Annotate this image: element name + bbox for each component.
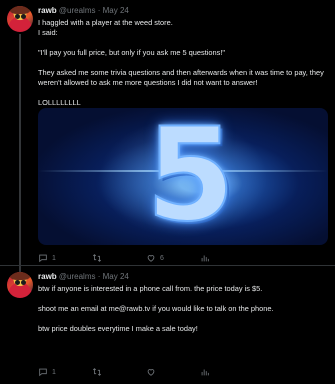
timestamp[interactable]: May 24 bbox=[103, 272, 129, 281]
text-line: btw if anyone is interested in a phone c… bbox=[38, 284, 263, 293]
reply-button[interactable]: 1 bbox=[38, 252, 56, 264]
thread-line bbox=[19, 34, 21, 266]
views-icon bbox=[201, 255, 209, 262]
views-icon bbox=[201, 369, 209, 376]
like-icon bbox=[147, 369, 155, 376]
tweet-2[interactable]: rawb @urealms · May 24 btw if anyone is … bbox=[0, 266, 335, 384]
tweet-1[interactable]: rawb @urealms · May 24 I haggled with a … bbox=[0, 0, 335, 266]
tweet-header: rawb @urealms · May 24 bbox=[38, 6, 129, 16]
tweet-image[interactable]: 5 bbox=[38, 108, 328, 245]
retweet-icon bbox=[92, 368, 102, 376]
avatar[interactable] bbox=[7, 6, 33, 32]
text-line: I haggled with a player at the weed stor… bbox=[38, 18, 173, 27]
reply-icon bbox=[39, 254, 47, 263]
text-line: I said: bbox=[38, 28, 58, 37]
retweet-button[interactable] bbox=[92, 366, 106, 378]
text-line: "I'll pay you full price, but only if yo… bbox=[38, 48, 225, 57]
like-button[interactable]: 6 bbox=[146, 252, 164, 264]
tweet-actions: 1 bbox=[38, 366, 328, 378]
retweet-icon bbox=[92, 254, 102, 262]
text-line: They asked me some trivia questions and … bbox=[38, 68, 324, 87]
views-button[interactable] bbox=[200, 252, 214, 264]
like-icon bbox=[147, 255, 155, 262]
reply-icon bbox=[39, 368, 47, 377]
tweet-text: btw if anyone is interested in a phone c… bbox=[38, 284, 328, 334]
tweet-actions: 1 6 bbox=[38, 252, 328, 264]
reply-button[interactable]: 1 bbox=[38, 366, 56, 378]
views-button[interactable] bbox=[200, 366, 214, 378]
text-line: btw price doubles everytime I make a sal… bbox=[38, 324, 198, 333]
tweet-header: rawb @urealms · May 24 bbox=[38, 272, 129, 282]
handle[interactable]: @urealms bbox=[59, 6, 96, 15]
separator: · bbox=[97, 272, 101, 281]
reply-count: 1 bbox=[52, 254, 56, 262]
separator: · bbox=[97, 6, 101, 15]
reply-count: 1 bbox=[52, 368, 56, 376]
timestamp[interactable]: May 24 bbox=[103, 6, 129, 15]
display-name[interactable]: rawb bbox=[38, 272, 57, 281]
text-line: LOLLLLLLLL bbox=[38, 98, 81, 107]
text-line: shoot me an email at me@rawb.tv if you w… bbox=[38, 304, 274, 313]
handle[interactable]: @urealms bbox=[59, 272, 96, 281]
number-five-graphic: 5 bbox=[145, 108, 236, 245]
display-name[interactable]: rawb bbox=[38, 6, 57, 15]
avatar[interactable] bbox=[7, 272, 33, 298]
like-button[interactable] bbox=[146, 366, 160, 378]
like-count: 6 bbox=[160, 254, 164, 262]
tweet-text: I haggled with a player at the weed stor… bbox=[38, 18, 328, 108]
retweet-button[interactable] bbox=[92, 252, 106, 264]
